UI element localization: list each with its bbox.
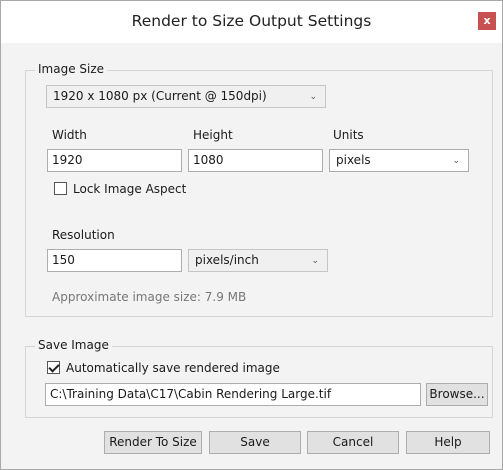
image-size-group-label: Image Size <box>35 62 108 76</box>
height-input[interactable]: 1080 <box>188 149 323 172</box>
render-to-size-dialog: Render to Size Output Settings x Image S… <box>0 0 503 470</box>
chevron-down-icon: ⌄ <box>452 156 460 166</box>
render-to-size-button[interactable]: Render To Size <box>104 431 202 454</box>
auto-save-checkbox[interactable] <box>47 361 60 374</box>
chevron-down-icon: ⌄ <box>311 256 319 266</box>
browse-button[interactable]: Browse... <box>426 383 488 406</box>
units-dropdown[interactable]: pixels ⌄ <box>329 149 469 172</box>
image-size-preset-value: 1920 x 1080 px (Current @ 150dpi) <box>53 89 267 103</box>
close-icon: x <box>483 14 491 27</box>
chevron-down-icon: ⌄ <box>309 92 317 102</box>
approx-image-size: Approximate image size: 7.9 MB <box>52 290 247 304</box>
save-image-group-label: Save Image <box>35 338 112 352</box>
resolution-unit-value: pixels/inch <box>195 253 259 267</box>
lock-aspect-label: Lock Image Aspect <box>73 182 187 196</box>
save-image-group <box>25 346 493 418</box>
auto-save-label: Automatically save rendered image <box>66 361 280 375</box>
units-value: pixels <box>336 153 371 167</box>
save-button[interactable]: Save <box>209 431 301 454</box>
lock-aspect-checkbox[interactable] <box>54 182 67 195</box>
resolution-unit-dropdown[interactable]: pixels/inch ⌄ <box>188 249 328 272</box>
file-path-input[interactable]: C:\Training Data\C17\Cabin Rendering Lar… <box>45 383 421 406</box>
units-label: Units <box>333 128 364 142</box>
cancel-button[interactable]: Cancel <box>307 431 399 454</box>
image-size-preset-dropdown[interactable]: 1920 x 1080 px (Current @ 150dpi) ⌄ <box>46 85 326 108</box>
help-button[interactable]: Help <box>406 431 490 454</box>
width-label: Width <box>52 128 87 142</box>
width-input[interactable]: 1920 <box>47 149 182 172</box>
close-button[interactable]: x <box>478 12 496 30</box>
title-bar: Render to Size Output Settings x <box>1 1 502 43</box>
dialog-title: Render to Size Output Settings <box>131 12 372 30</box>
resolution-label: Resolution <box>52 228 115 242</box>
height-label: Height <box>193 128 233 142</box>
resolution-input[interactable]: 150 <box>47 249 182 272</box>
